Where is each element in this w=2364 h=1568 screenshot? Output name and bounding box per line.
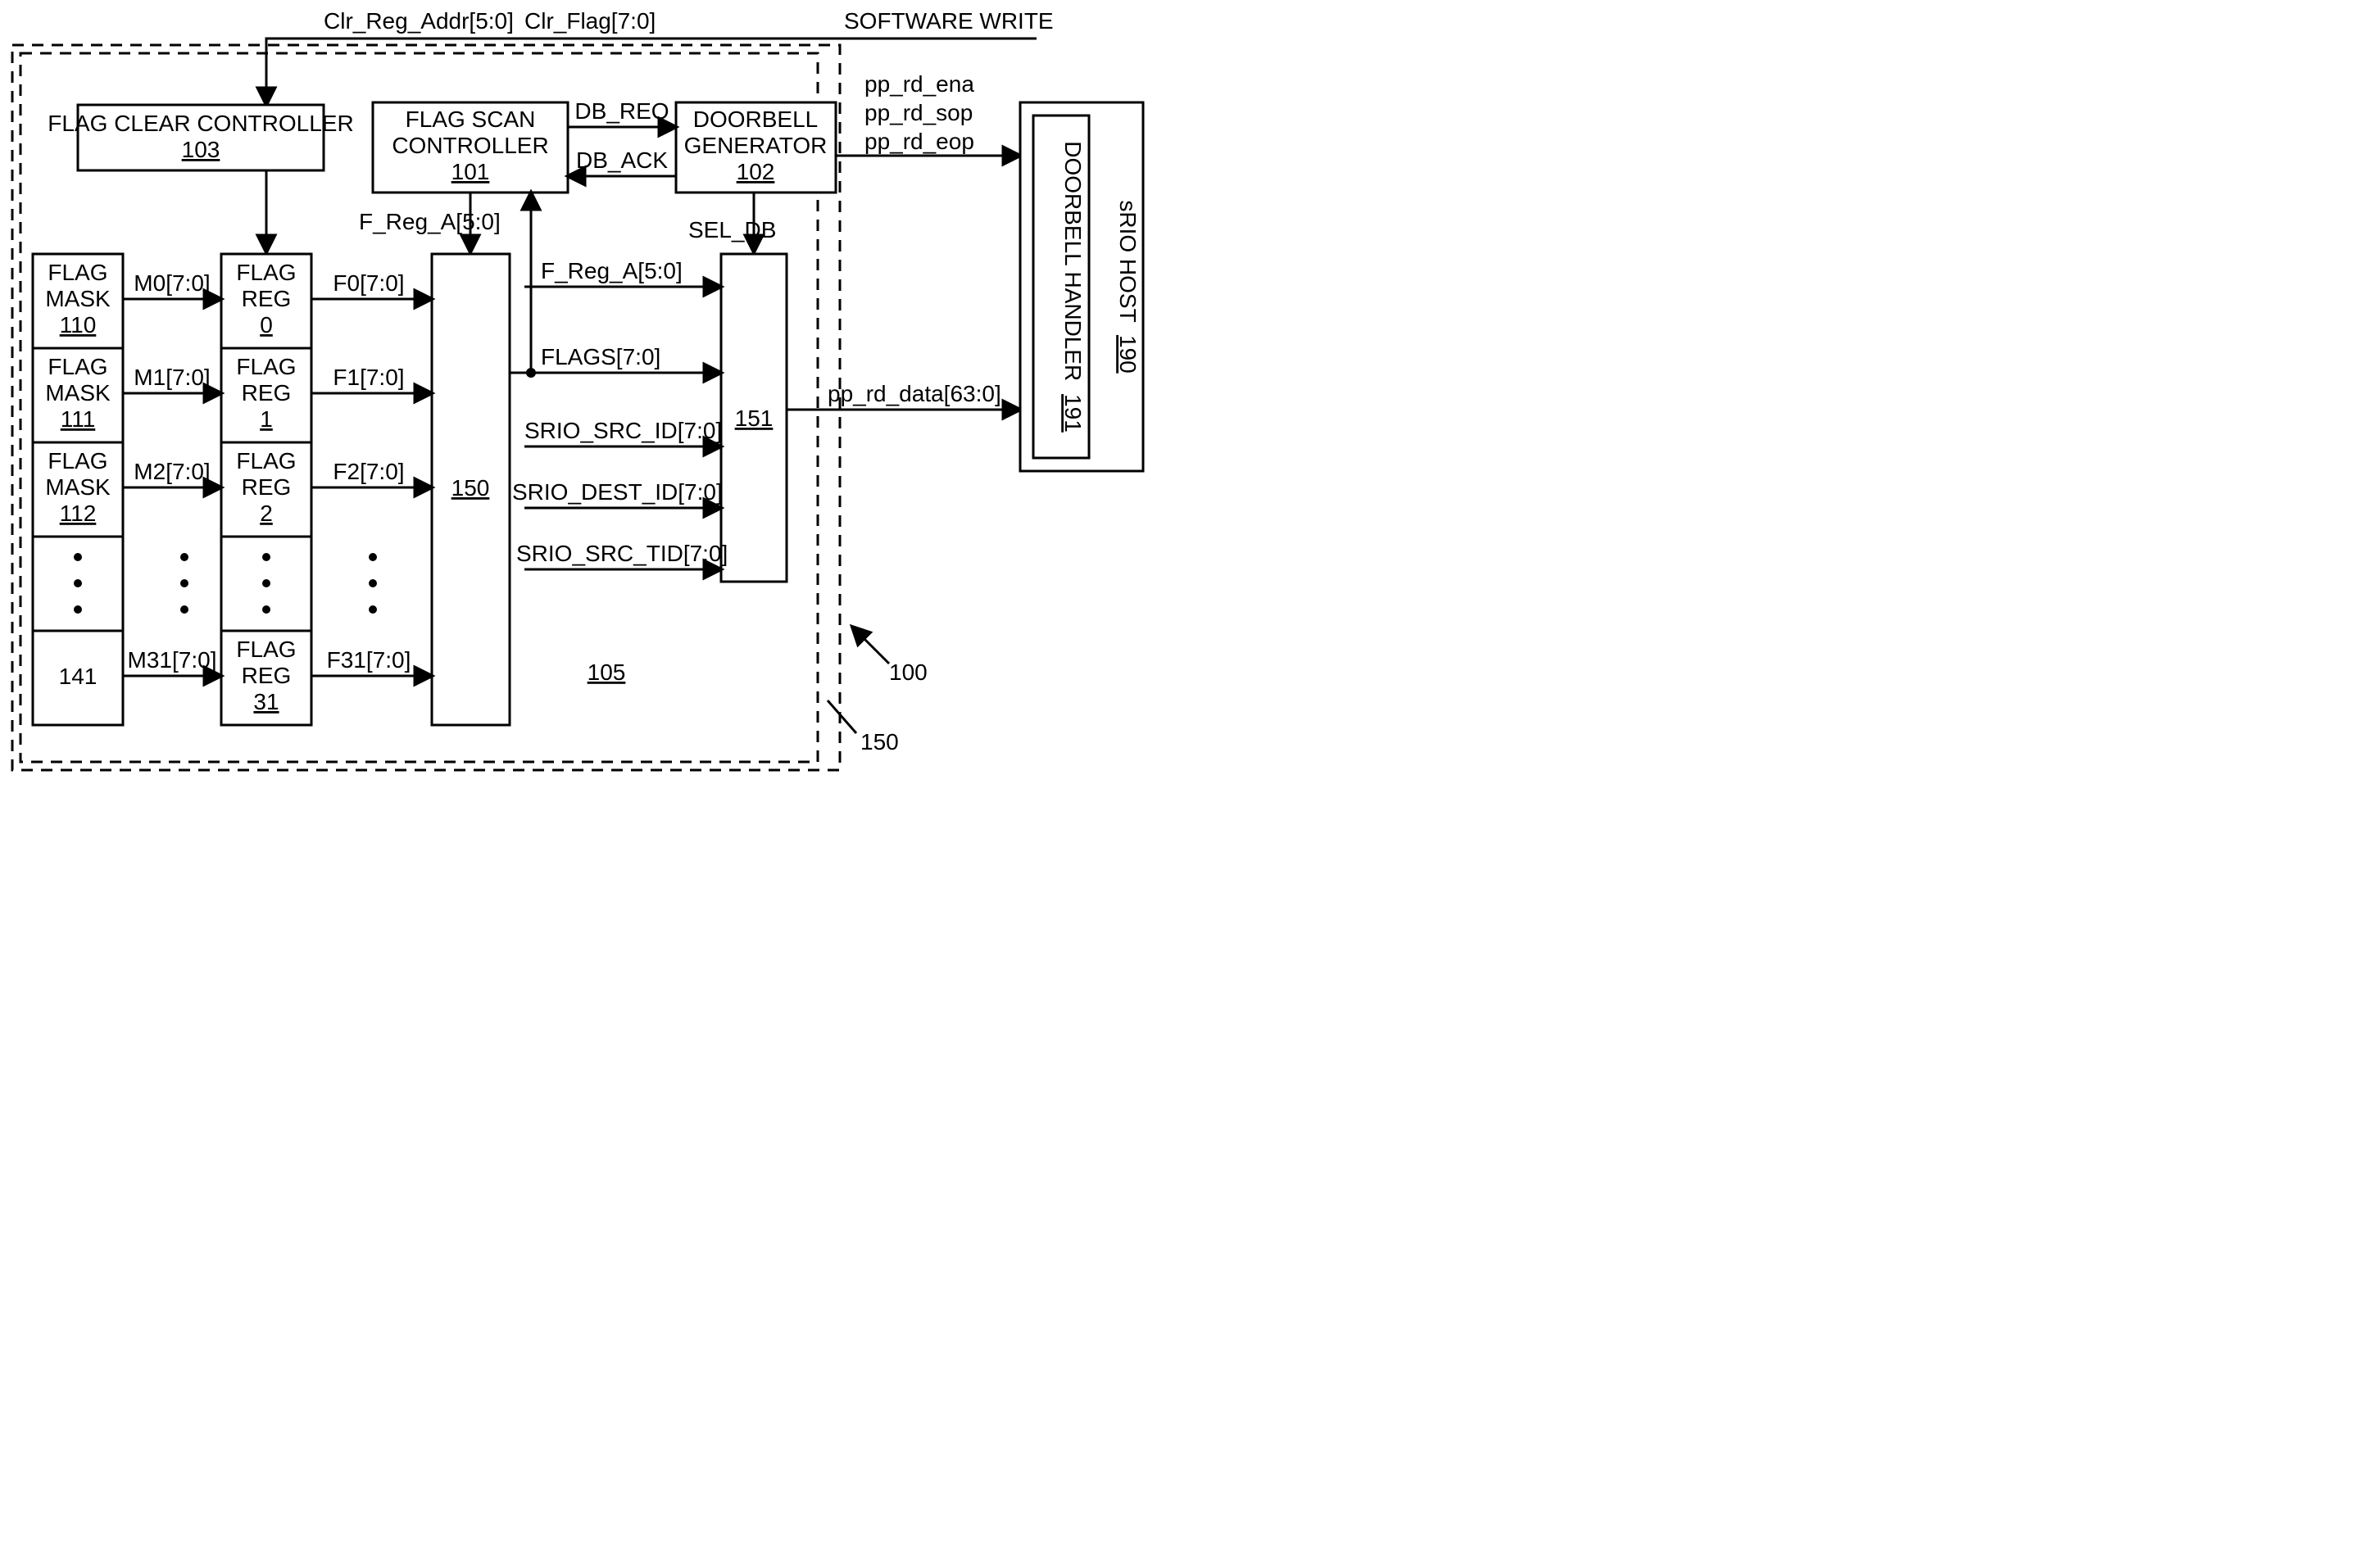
annotation-150: 150 [860, 729, 899, 755]
reg31-l1: FLAG [236, 637, 296, 662]
label-clr-flag: Clr_Flag[7:0] [524, 8, 656, 34]
label-flag-scan-l1: FLAG SCAN [406, 106, 536, 132]
reg1-num: 1 [260, 406, 273, 432]
label-srio-dest-id: SRIO_DEST_ID[7:0] [512, 479, 723, 505]
dots-col1 [180, 553, 188, 614]
mask2-l2: MASK [45, 474, 111, 500]
m1-label: M1[7:0] [134, 365, 210, 390]
f-signals: F0[7:0] F1[7:0] F2[7:0] F31[7:0] [311, 270, 432, 676]
m2-label: M2[7:0] [134, 459, 210, 484]
reg0-num: 0 [260, 312, 273, 338]
num-doorbell-gen: 102 [737, 159, 775, 184]
label-pp-rd-ena: pp_rd_ena [864, 71, 974, 97]
srio-host-text: sRIO HOST 190 [1115, 200, 1141, 373]
reg1-l2: REG [242, 380, 292, 406]
num-flag-scan: 101 [451, 159, 490, 184]
label-srio-src-tid: SRIO_SRC_TID[7:0] [516, 541, 728, 566]
mask1-l1: FLAG [48, 354, 107, 379]
reg2-l2: REG [242, 474, 292, 500]
f0-label: F0[7:0] [333, 270, 404, 296]
mask0-l1: FLAG [48, 260, 107, 285]
label-doorbell-gen-l2: GENERATOR [684, 133, 828, 158]
f31-label: F31[7:0] [327, 647, 411, 673]
num-105: 105 [588, 659, 626, 685]
num-mux151: 151 [735, 406, 774, 431]
label-sel-db: SEL_DB [688, 217, 776, 242]
reg2-num: 2 [260, 501, 273, 526]
diagram-svg: Clr_Reg_Addr[5:0] Clr_Flag[7:0] SOFTWARE… [0, 0, 1182, 784]
f2-label: F2[7:0] [333, 459, 404, 484]
label-srio-src-id: SRIO_SRC_ID[7:0] [524, 418, 722, 443]
mask2-num: 112 [60, 501, 97, 526]
annotation-100: 100 [889, 659, 928, 685]
label-flag-scan-l2: CONTROLLER [392, 133, 548, 158]
num-flag-clear-controller: 103 [182, 137, 220, 162]
num-mux150: 150 [451, 475, 490, 501]
f1-label: F1[7:0] [333, 365, 404, 390]
label-flags: FLAGS[7:0] [541, 344, 660, 369]
label-freg-a-top: F_Reg_A[5:0] [359, 209, 501, 234]
label-clr-reg-addr: Clr_Reg_Addr[5:0] [324, 8, 514, 34]
reg1-l1: FLAG [236, 354, 296, 379]
reg0-l1: FLAG [236, 260, 296, 285]
reg31-l2: REG [242, 663, 292, 688]
flag-mask-stack: FLAG MASK 110 FLAG MASK 111 FLAG MASK 11… [33, 254, 123, 725]
dots-col2 [369, 553, 377, 614]
flag-reg-stack: FLAG REG 0 FLAG REG 1 FLAG REG 2 FLAG RE… [221, 254, 311, 725]
label-software-write: SOFTWARE WRITE [844, 8, 1054, 34]
mask0-l2: MASK [45, 286, 111, 311]
mask1-l2: MASK [45, 380, 111, 406]
reg0-l2: REG [242, 286, 292, 311]
reg2-l1: FLAG [236, 448, 296, 474]
svg-text:sRIO HOST 190: sRIO HOST 190 [1115, 200, 1141, 373]
label-db-req: DB_REQ [574, 98, 669, 124]
mask31-num: 141 [59, 664, 98, 689]
arrow-annotation-150 [828, 700, 856, 733]
mask1-num: 111 [61, 406, 96, 432]
m31-label: M31[7:0] [128, 647, 217, 673]
label-db-ack: DB_ACK [576, 147, 668, 173]
label-freg-a-right: F_Reg_A[5:0] [541, 258, 683, 283]
label-flag-clear-controller: FLAG CLEAR CONTROLLER [48, 111, 353, 136]
label-pp-rd-sop: pp_rd_sop [864, 100, 973, 125]
reg31-num: 31 [253, 689, 279, 714]
arrow-annotation-100 [852, 627, 889, 664]
mask2-l1: FLAG [48, 448, 107, 474]
label-pp-rd-data: pp_rd_data[63:0] [828, 381, 1001, 406]
mask0-num: 110 [60, 312, 97, 338]
label-pp-rd-eop: pp_rd_eop [864, 129, 974, 154]
m-signals: M0[7:0] M1[7:0] M2[7:0] M31[7:0] [123, 270, 221, 676]
label-doorbell-gen-l1: DOORBELL [693, 106, 819, 132]
m0-label: M0[7:0] [134, 270, 210, 296]
